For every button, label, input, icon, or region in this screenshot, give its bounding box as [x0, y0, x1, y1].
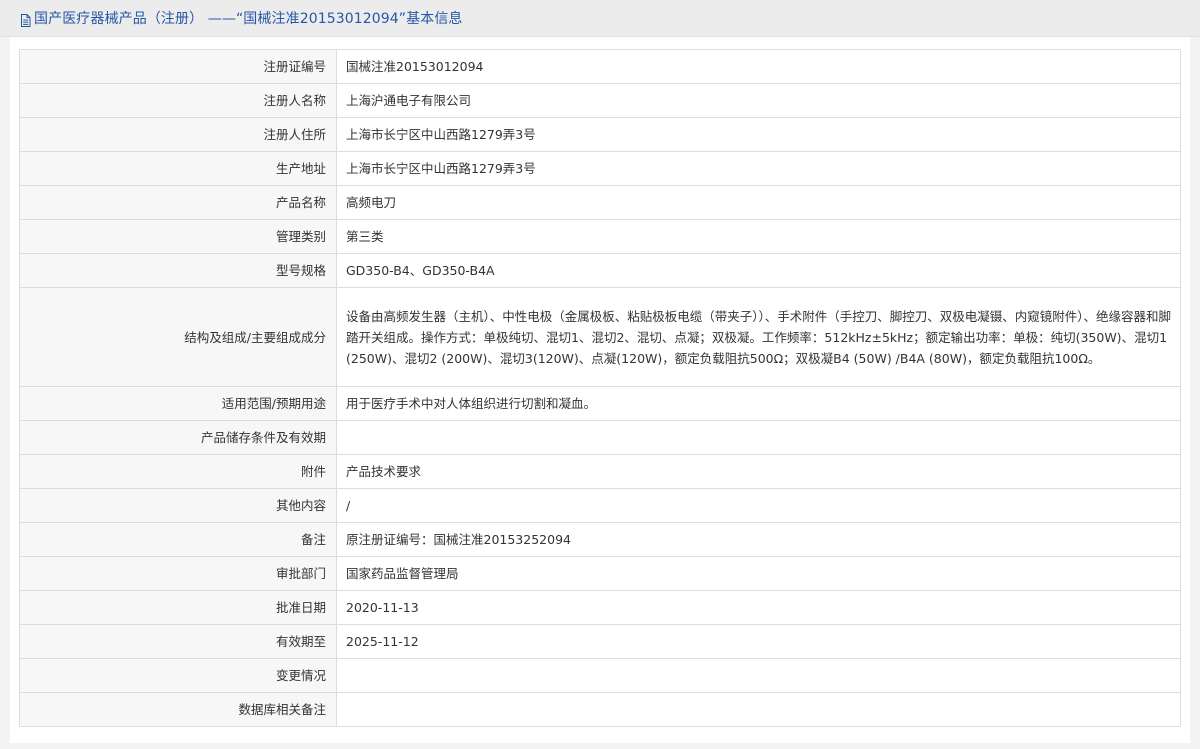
- table-row: 其他内容 /: [19, 488, 1181, 523]
- field-label: 适用范围/预期用途: [19, 386, 337, 421]
- field-label: 注册证编号: [19, 49, 337, 84]
- field-label: 变更情况: [19, 658, 337, 693]
- field-label: 管理类别: [19, 219, 337, 254]
- table-row: 结构及组成/主要组成成分 设备由高频发生器（主机）、中性电极（金属极板、粘贴极板…: [19, 287, 1181, 387]
- field-label: 审批部门: [19, 556, 337, 591]
- table-row: 适用范围/预期用途 用于医疗手术中对人体组织进行切割和凝血。: [19, 386, 1181, 421]
- document-icon: [20, 12, 31, 27]
- field-value: 第三类: [336, 219, 1181, 254]
- info-table: 注册证编号 国械注准20153012094 注册人名称 上海沪通电子有限公司 注…: [19, 49, 1181, 727]
- table-row: 变更情况: [19, 658, 1181, 693]
- field-value: 高频电刀: [336, 185, 1181, 220]
- header-bar: 国产医疗器械产品（注册） ——“国械注准20153012094”基本信息: [0, 0, 1200, 37]
- field-value: 国家药品监督管理局: [336, 556, 1181, 591]
- table-row: 附件 产品技术要求: [19, 454, 1181, 489]
- field-label: 结构及组成/主要组成成分: [19, 287, 337, 387]
- field-value: /: [336, 488, 1181, 523]
- field-label: 生产地址: [19, 151, 337, 186]
- field-label: 注册人住所: [19, 117, 337, 152]
- field-label: 有效期至: [19, 624, 337, 659]
- field-value: 上海沪通电子有限公司: [336, 83, 1181, 118]
- field-label: 型号规格: [19, 253, 337, 288]
- field-label: 其他内容: [19, 488, 337, 523]
- table-row: 批准日期 2020-11-13: [19, 590, 1181, 625]
- field-value: 设备由高频发生器（主机）、中性电极（金属极板、粘贴极板电缆（带夹子））、手术附件…: [336, 287, 1181, 387]
- field-value: 上海市长宁区中山西路1279弄3号: [336, 117, 1181, 152]
- field-value: [336, 692, 1181, 727]
- table-row: 注册人住所 上海市长宁区中山西路1279弄3号: [19, 117, 1181, 152]
- table-row: 产品储存条件及有效期: [19, 420, 1181, 455]
- field-label: 备注: [19, 522, 337, 557]
- table-row: 产品名称 高频电刀: [19, 185, 1181, 220]
- table-row: 管理类别 第三类: [19, 219, 1181, 254]
- table-row: 型号规格 GD350-B4、GD350-B4A: [19, 253, 1181, 288]
- field-value: 国械注准20153012094: [336, 49, 1181, 84]
- table-row: 注册证编号 国械注准20153012094: [19, 49, 1181, 84]
- field-label: 产品储存条件及有效期: [19, 420, 337, 455]
- table-row: 备注 原注册证编号：国械注准20153252094: [19, 522, 1181, 557]
- table-row: 审批部门 国家药品监督管理局: [19, 556, 1181, 591]
- field-value: [336, 420, 1181, 455]
- field-label: 注册人名称: [19, 83, 337, 118]
- field-value: 原注册证编号：国械注准20153252094: [336, 522, 1181, 557]
- field-label: 产品名称: [19, 185, 337, 220]
- table-row: 数据库相关备注: [19, 692, 1181, 727]
- field-value: [336, 658, 1181, 693]
- page-title: 国产医疗器械产品（注册） ——“国械注准20153012094”基本信息: [34, 11, 463, 27]
- table-row: 有效期至 2025-11-12: [19, 624, 1181, 659]
- field-label: 数据库相关备注: [19, 692, 337, 727]
- field-value: 2025-11-12: [336, 624, 1181, 659]
- page: 国产医疗器械产品（注册） ——“国械注准20153012094”基本信息 注册证…: [0, 0, 1200, 749]
- field-value: GD350-B4、GD350-B4A: [336, 253, 1181, 288]
- table-row: 注册人名称 上海沪通电子有限公司: [19, 83, 1181, 118]
- field-value: 2020-11-13: [336, 590, 1181, 625]
- field-value: 用于医疗手术中对人体组织进行切割和凝血。: [336, 386, 1181, 421]
- field-value: 上海市长宁区中山西路1279弄3号: [336, 151, 1181, 186]
- field-label: 附件: [19, 454, 337, 489]
- table-row: 生产地址 上海市长宁区中山西路1279弄3号: [19, 151, 1181, 186]
- field-label: 批准日期: [19, 590, 337, 625]
- info-panel: 注册证编号 国械注准20153012094 注册人名称 上海沪通电子有限公司 注…: [10, 37, 1190, 743]
- field-value: 产品技术要求: [336, 454, 1181, 489]
